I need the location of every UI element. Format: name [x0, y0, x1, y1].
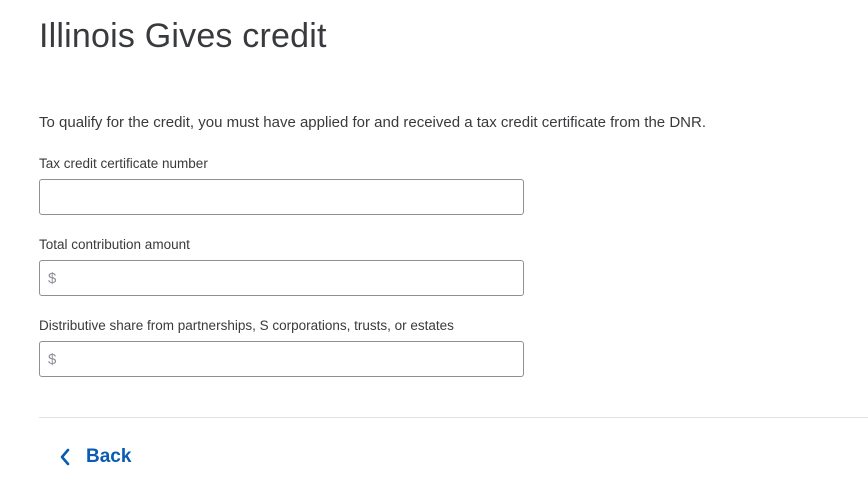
back-button-label: Back	[86, 446, 132, 467]
total-contribution-field[interactable]: $	[39, 260, 524, 296]
page-title: Illinois Gives credit	[39, 17, 327, 55]
intro-text: To qualify for the credit, you must have…	[39, 114, 706, 131]
distributive-share-input[interactable]	[56, 342, 523, 376]
currency-prefix: $	[48, 350, 57, 368]
footer-divider	[39, 417, 868, 418]
total-contribution-input[interactable]	[56, 261, 523, 295]
total-contribution-label: Total contribution amount	[39, 237, 190, 252]
certificate-number-input[interactable]	[40, 180, 523, 214]
page: Illinois Gives credit To qualify for the…	[0, 0, 868, 482]
distributive-share-label: Distributive share from partnerships, S …	[39, 318, 454, 333]
chevron-left-icon	[58, 447, 72, 467]
currency-prefix: $	[48, 269, 57, 287]
certificate-number-field[interactable]	[39, 179, 524, 215]
back-button[interactable]: Back	[58, 442, 131, 472]
distributive-share-field[interactable]: $	[39, 341, 524, 377]
certificate-number-label: Tax credit certificate number	[39, 156, 208, 171]
